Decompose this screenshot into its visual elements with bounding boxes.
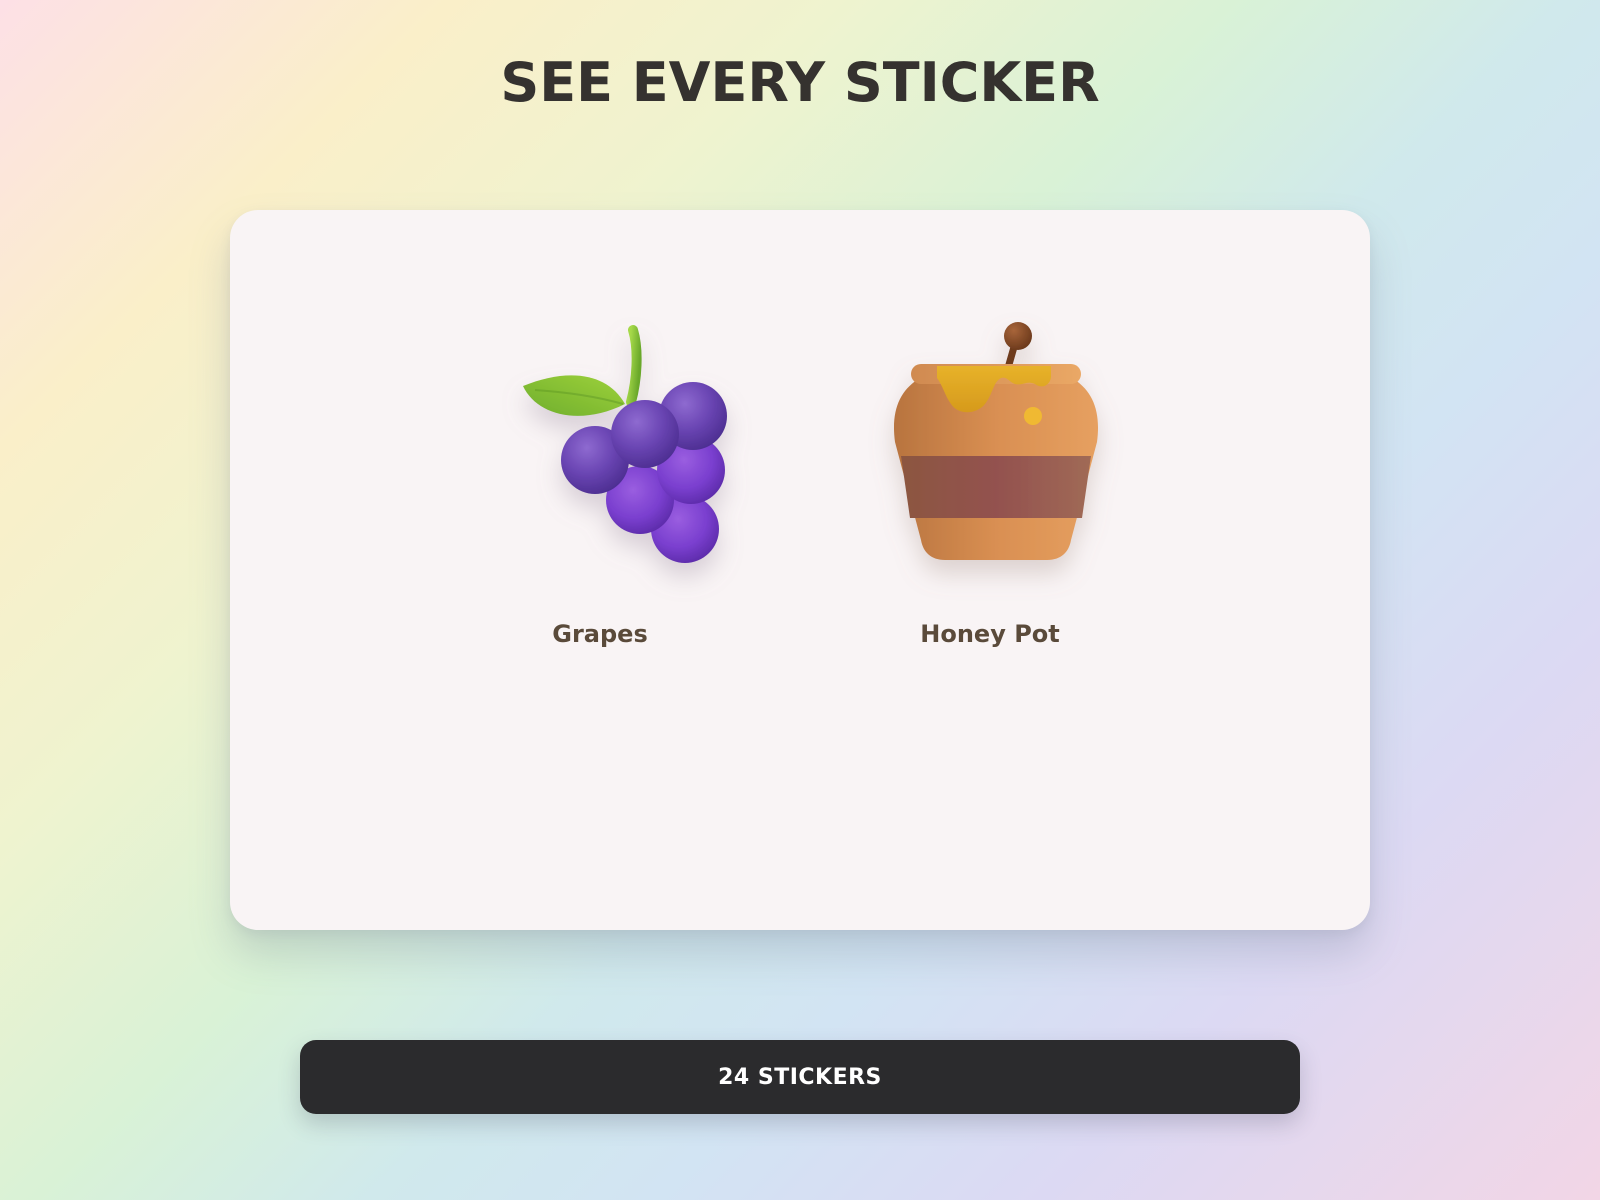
sticker-label-honey-pot: Honey Pot: [920, 620, 1060, 648]
page-title: SEE EVERY STICKER: [500, 51, 1100, 114]
honey-pot-icon: [893, 322, 1099, 560]
sticker-gallery-card: Grapes Honey Pot: [230, 210, 1370, 930]
sticker-item-grapes[interactable]: Grapes: [475, 320, 775, 680]
sticker-count-button[interactable]: 24 STICKERS: [300, 1040, 1300, 1114]
sticker-item-honey-pot[interactable]: Honey Pot: [835, 320, 1135, 680]
grapes-icon: [523, 325, 727, 563]
sticker-label-grapes: Grapes: [552, 620, 648, 648]
